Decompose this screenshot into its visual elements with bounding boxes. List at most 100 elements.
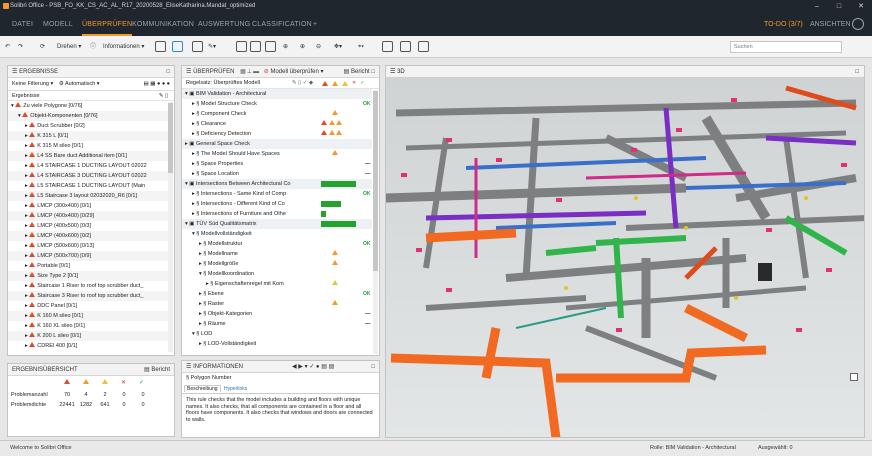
rule-tree-item[interactable]: ▸ § Modellstruktur OK	[182, 239, 372, 249]
tab-hyperlinks[interactable]: Hyperlinks	[222, 386, 249, 392]
ansichten-menu[interactable]: ANSICHTEN	[810, 13, 850, 36]
tab-auswertung[interactable]: AUSWERTUNG	[198, 13, 250, 36]
3d-maximize-icon[interactable]: □	[855, 66, 859, 78]
collapse-icon[interactable]: ☰	[186, 69, 191, 75]
result-item[interactable]: ▸ K 315 M sileo [0/1]	[8, 141, 168, 151]
close-icon[interactable]: ✕	[850, 0, 872, 13]
ergebnisse-tool-icons[interactable]: ▤ ▦ ● ● ●	[144, 78, 170, 91]
zoom-in-icon[interactable]: ⊕	[300, 40, 305, 54]
collapse-icon[interactable]: ☰	[12, 69, 17, 75]
todo-indicator[interactable]: TO-DO (3/7)	[764, 13, 803, 36]
rule-tree-item[interactable]: ▸ § Ebene OK	[182, 289, 372, 299]
rule-tree-item[interactable]: ▾ ▣ TÜV Süd Qualitätsmatrix	[182, 219, 372, 229]
result-item[interactable]: ▸ Portable [0/1]	[8, 261, 168, 271]
minimize-icon[interactable]: –	[806, 0, 828, 13]
rule-tree-item[interactable]: ▸ ▣ General Space Check	[182, 139, 372, 149]
tab-modell[interactable]: MODELL	[43, 13, 73, 36]
book-icon[interactable]	[400, 40, 411, 54]
result-item[interactable]: ▸ Staircase 3 Riser to roof top scrubber…	[8, 291, 168, 301]
rule-tree-item[interactable]: ▾ ▣ Intersections Between Architectural …	[182, 179, 372, 189]
result-item[interactable]: ▸ LMCP (400x600) [0/2]	[8, 231, 168, 241]
result-item[interactable]: ▸ L5 Staircase 3 layout 02032020_R6 [0/1…	[8, 191, 168, 201]
rule-tree-item[interactable]: ▸ § Deficiency Detection	[182, 129, 372, 139]
tab-beschreibung[interactable]: Beschreibung	[184, 385, 221, 392]
rule-tree-item[interactable]: ▸ § Clearance	[182, 119, 372, 129]
rule-tree-item[interactable]: ▾ ▣ BIM Validation - Architectural	[182, 89, 372, 99]
model-icon[interactable]	[155, 40, 166, 54]
check-tool-icons[interactable]: ▦ ⟂ ▬	[240, 69, 259, 75]
result-item[interactable]: ▸ K 160 M sileo [0/1]	[8, 311, 168, 321]
result-item[interactable]: ▸ DDC Panel [0/1]	[8, 301, 168, 311]
result-item[interactable]: ▸ LMCP (400x500) [0/3]	[8, 221, 168, 231]
result-item[interactable]: ▸ L4 SS Bare duct Additional item [0/1]	[8, 151, 168, 161]
rule-tree-item[interactable]: ▸ § Räume —	[182, 319, 372, 329]
rule-tree-item[interactable]: ▸ § Intersections - Same Kind of Comp OK	[182, 189, 372, 199]
model-check-button[interactable]: Modell überprüfen ▾	[270, 69, 323, 75]
zoom-out-icon[interactable]: ⊖	[316, 40, 321, 54]
rule-tree-item[interactable]: ▸ § Raster	[182, 299, 372, 309]
zoom-area-icon[interactable]: ⊕	[283, 40, 288, 54]
add-tab-button[interactable]: +	[313, 13, 317, 36]
result-item[interactable]: ▾ Zu viele Polygone [0/76]	[8, 101, 168, 111]
info-nav-icons[interactable]: ◀ ▶ ▾ ✓ ● ▤ ▤	[292, 361, 334, 373]
rule-tree-item[interactable]: ▸ § Modellgröße	[182, 259, 372, 269]
component-icon[interactable]	[172, 40, 183, 54]
drehen-dropdown[interactable]: Drehen ▾	[57, 40, 81, 54]
slice-icon[interactable]	[382, 40, 393, 54]
result-item[interactable]: ▸ Staircase 1 Riser to roof top scrubber…	[8, 281, 168, 291]
rule-tree-item[interactable]: ▸ § LOD-Vollständigkeit	[182, 339, 372, 349]
rule-tree-item[interactable]: ▾ § LOD	[182, 329, 372, 339]
measure-icon[interactable]: ⌖▾	[358, 40, 364, 54]
rule-tree-item[interactable]: ▸ § Space Location —	[182, 169, 372, 179]
3d-collapse-icon[interactable]: ☰	[390, 69, 395, 75]
result-item[interactable]: ▸ LMCP (500x600) [0/13]	[8, 241, 168, 251]
maximize-panel-icon[interactable]: □	[166, 66, 170, 78]
3d-viewport[interactable]: ☰ 3D □	[385, 65, 865, 438]
box-icon[interactable]	[192, 40, 203, 54]
cut-icon[interactable]	[250, 40, 261, 54]
fit-icon[interactable]	[265, 40, 276, 54]
rule-tree-item[interactable]: ▸ § Component Check	[182, 109, 372, 119]
settings-icon[interactable]	[852, 18, 864, 30]
tab-datei[interactable]: DATEI	[12, 13, 33, 36]
filter-dropdown[interactable]: Keine Filterung ▾	[12, 81, 53, 87]
result-item[interactable]: ▸ L4 STAIRCASE 1 DUCTING LAYOUT 02022	[8, 161, 168, 171]
mode-dropdown[interactable]: ⚙ Automatisch ▾	[59, 81, 100, 87]
informationen-dropdown[interactable]: Informationen ▾	[103, 40, 144, 54]
check-bericht-button[interactable]: ▤ Bericht □	[344, 66, 375, 78]
result-item[interactable]: ▸ LMCP (300x400) [0/1]	[8, 201, 168, 211]
3d-corner-button[interactable]	[850, 373, 858, 381]
result-item[interactable]: ▸ K 160 XL sileo [0/1]	[8, 321, 168, 331]
bericht-button[interactable]: ▤ Bericht	[144, 364, 170, 376]
rule-tree-item[interactable]: ▾ § Modellkoordination	[182, 269, 372, 279]
tab-classification[interactable]: CLASSIFICATION	[252, 13, 312, 36]
rule-tree-item[interactable]: ▸ § Space Properties —	[182, 159, 372, 169]
rule-tree-item[interactable]: ▸ § Intersections of Furniture and Othe	[182, 209, 372, 219]
rule-tree-item[interactable]: ▸ § Model Structure Check OK	[182, 99, 372, 109]
redo-icon[interactable]: ↷	[18, 40, 23, 54]
tab-kommunikation[interactable]: KOMMUNIKATION	[132, 13, 194, 36]
rule-tree-item[interactable]: ▾ § Modellvollständigkeit	[182, 229, 372, 239]
layers-icon[interactable]	[418, 40, 429, 54]
maximize-icon[interactable]: □	[828, 0, 850, 13]
tab-ueberpruefen[interactable]: ÜBERPRÜFEN	[82, 13, 133, 36]
rotate-icon[interactable]: ⟳	[40, 40, 45, 54]
info-maximize-icon[interactable]: □	[371, 361, 375, 373]
ergebnisse-scrollbar[interactable]	[168, 102, 173, 352]
result-item[interactable]: ▸ K 315 L [0/1]	[8, 131, 168, 141]
result-item[interactable]: ▸ L5 STAIRCASE 1 DUCTING LAYOUT (Main	[8, 181, 168, 191]
paint-icon[interactable]: ✎▾	[208, 40, 216, 54]
result-item[interactable]: ▸ Duct Scrubber [0/2]	[8, 121, 168, 131]
check-scrollbar[interactable]	[373, 90, 378, 354]
result-item[interactable]: ▸ L4 STAIRCASE 3 DUCTING LAYOUT 02022	[8, 171, 168, 181]
search-input[interactable]: Suchen	[730, 41, 842, 53]
result-item[interactable]: ▸ Size Type 2 [0/1]	[8, 271, 168, 281]
result-item[interactable]: ▸ LMCP (500x700) [0/9]	[8, 251, 168, 261]
rule-tree-item[interactable]: ▸ § Modellname	[182, 249, 372, 259]
info-icon[interactable]: ⓘ	[90, 40, 96, 54]
stop-icon[interactable]: ⊘	[264, 69, 269, 75]
undo-icon[interactable]: ↶	[5, 40, 10, 54]
rule-tree-item[interactable]: ▸ § The Model Should Have Spaces	[182, 149, 372, 159]
cube-icon[interactable]	[236, 40, 247, 54]
result-item[interactable]: ▸ K 200 L sileo [0/1]	[8, 331, 168, 341]
